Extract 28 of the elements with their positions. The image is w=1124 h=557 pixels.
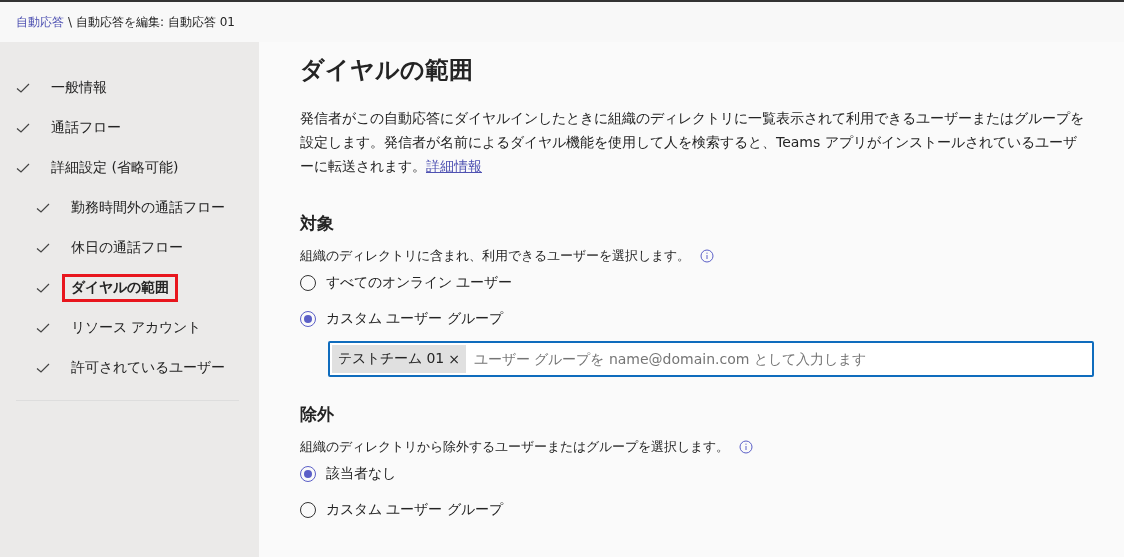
breadcrumb-link[interactable]: 自動応答 [16, 13, 64, 31]
info-icon[interactable] [700, 249, 714, 263]
sidebar-item[interactable]: 許可されているユーザー [62, 354, 234, 382]
section-title: 除外 [300, 403, 335, 426]
radio-label[interactable]: 該当者なし [326, 465, 396, 483]
radio-label[interactable]: カスタム ユーザー グループ [326, 310, 503, 328]
section-hint: 組織のディレクトリに含まれ、利用できるユーザーを選択します。 [300, 247, 690, 265]
page-title: ダイヤルの範囲 [300, 55, 474, 86]
sidebar-item[interactable]: 詳細設定 (省略可能) [42, 154, 188, 182]
learn-more-link[interactable]: 詳細情報 [426, 158, 482, 174]
info-icon[interactable] [739, 440, 753, 454]
breadcrumb-current: 自動応答を編集: 自動応答 01 [76, 13, 235, 31]
sidebar-item[interactable]: 勤務時間外の通話フロー [62, 194, 234, 222]
radio-label[interactable]: カスタム ユーザー グループ [326, 501, 503, 519]
sidebar-item[interactable]: ダイヤルの範囲 [62, 274, 178, 302]
user-group-tag: テストチーム 01 × [332, 345, 466, 373]
radio-label[interactable]: すべてのオンライン ユーザー [326, 274, 513, 292]
user-group-input-field[interactable]: テストチーム 01 × ユーザー グループを name@domain.com として入力します [328, 341, 1094, 377]
remove-button[interactable]: × [448, 351, 460, 367]
sidebar-item[interactable]: 通話フロー [42, 114, 130, 142]
user-group-text-input[interactable]: ユーザー グループを name@domain.com として入力します [466, 350, 1090, 368]
section-hint: 組織のディレクトリから除外するユーザーまたはグループを選択します。 [300, 438, 729, 456]
sidebar-item[interactable]: 休日の通話フロー [62, 234, 192, 262]
description-text: 発信者がこの自動応答にダイヤルインしたときに組織のディレクトリに一覧表示されて利用できるユーザーまたはグループを設定します。発信者が名前によるダイヤル機能を使用して人を検索すると、Teams アプリがインストールされているユーザーに転送されます。詳細情報 [300, 109, 1085, 176]
sidebar-item[interactable]: リソース アカウント [62, 314, 211, 342]
sidebar-item[interactable]: 一般情報 [42, 74, 116, 102]
breadcrumb-separator: \ [68, 15, 73, 29]
section-title: 対象 [300, 212, 335, 235]
